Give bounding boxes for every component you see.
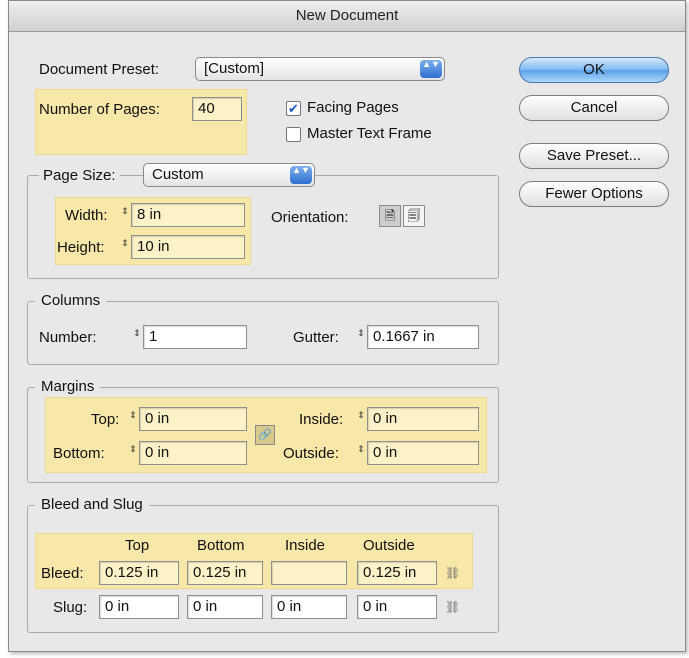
fewer-options-button[interactable]: Fewer Options [519, 181, 669, 207]
new-document-dialog: New Document Document Preset: [Custom] ▲… [8, 0, 686, 652]
height-input[interactable]: 10 in [131, 235, 245, 259]
width-stepper-icon[interactable]: ⇕ [119, 207, 131, 225]
margin-outside-label: Outside: [283, 445, 339, 462]
margin-outside-stepper-icon[interactable]: ⇕ [355, 445, 367, 463]
slug-inside-input[interactable]: 0 in [271, 595, 347, 619]
window-title: New Document [9, 1, 685, 32]
popup-arrows-icon: ▲▼ [420, 60, 442, 78]
slug-label: Slug: [53, 599, 88, 616]
portrait-icon: 🗎 [384, 208, 396, 223]
bleed-bottom-input[interactable]: 0.125 in [187, 561, 263, 585]
page-size-value: Custom [152, 166, 204, 183]
margin-top-stepper-icon[interactable]: ⇕ [127, 411, 139, 429]
margin-inside-stepper-icon[interactable]: ⇕ [355, 411, 367, 429]
master-text-frame-label: Master Text Frame [307, 125, 432, 142]
gutter-label: Gutter: [293, 329, 339, 346]
column-bottom-header: Bottom [197, 537, 245, 554]
document-preset-select[interactable]: [Custom] ▲▼ [195, 57, 445, 81]
margins-title: Margins [35, 378, 101, 395]
margin-bottom-label: Bottom: [53, 445, 105, 462]
columns-title: Columns [35, 292, 107, 309]
width-label: Width: [65, 207, 108, 224]
page-size-label: Page Size: [39, 167, 120, 184]
column-top-header: Top [125, 537, 150, 554]
columns-number-input[interactable]: 1 [143, 325, 247, 349]
link-icon: 🔗 [258, 429, 272, 441]
margin-outside-input[interactable]: 0 in [367, 441, 479, 465]
height-label: Height: [57, 239, 105, 256]
margin-top-label: Top: [91, 411, 120, 428]
facing-pages-checkbox[interactable]: ✔ [286, 101, 301, 116]
column-outside-header: Outside [363, 537, 415, 554]
cancel-button[interactable]: Cancel [519, 95, 669, 121]
landscape-orientation-button[interactable]: 🗐 [403, 205, 425, 227]
page-size-select[interactable]: Custom ▲▼ [143, 163, 315, 187]
document-preset-label: Document Preset: [39, 61, 160, 78]
margin-inside-label: Inside: [299, 411, 344, 428]
bleed-label: Bleed: [41, 565, 84, 582]
margin-bottom-input[interactable]: 0 in [139, 441, 247, 465]
slug-bottom-input[interactable]: 0 in [187, 595, 263, 619]
popup-arrows-icon: ▲▼ [290, 166, 312, 184]
bleed-inside-input[interactable] [271, 561, 347, 585]
document-preset-value: [Custom] [204, 60, 265, 77]
ok-button[interactable]: OK [519, 57, 669, 83]
check-icon: ✔ [288, 101, 299, 116]
slug-top-input[interactable]: 0 in [99, 595, 179, 619]
height-stepper-icon[interactable]: ⇕ [119, 239, 131, 257]
bleed-slug-title: Bleed and Slug [35, 496, 149, 513]
orientation-label: Orientation: [271, 209, 349, 226]
column-inside-header: Inside [285, 537, 326, 554]
columns-number-label: Number: [39, 329, 97, 346]
slug-outside-input[interactable]: 0 in [357, 595, 437, 619]
margin-top-input[interactable]: 0 in [139, 407, 247, 431]
number-of-pages-label: Number of Pages: [39, 101, 160, 118]
landscape-icon: 🗐 [407, 208, 421, 223]
gutter-input[interactable]: 0.1667 in [367, 325, 479, 349]
portrait-orientation-button[interactable]: 🗎 [379, 205, 401, 227]
bleed-chain-icon[interactable]: ⛓ [445, 565, 460, 581]
margins-link-button[interactable]: 🔗 [255, 425, 275, 445]
width-input[interactable]: 8 in [131, 203, 245, 227]
bleed-outside-input[interactable]: 0.125 in [357, 561, 437, 585]
columns-stepper-icon[interactable]: ⇕ [131, 329, 143, 347]
margin-bottom-stepper-icon[interactable]: ⇕ [127, 445, 139, 463]
save-preset-button[interactable]: Save Preset... [519, 143, 669, 169]
gutter-stepper-icon[interactable]: ⇕ [355, 329, 367, 347]
slug-chain-icon[interactable]: ⛓ [445, 599, 460, 615]
bleed-top-input[interactable]: 0.125 in [99, 561, 179, 585]
facing-pages-label: Facing Pages [307, 99, 399, 116]
number-of-pages-input[interactable]: 40 [192, 97, 242, 121]
master-text-frame-checkbox[interactable] [286, 127, 301, 142]
margin-inside-input[interactable]: 0 in [367, 407, 479, 431]
